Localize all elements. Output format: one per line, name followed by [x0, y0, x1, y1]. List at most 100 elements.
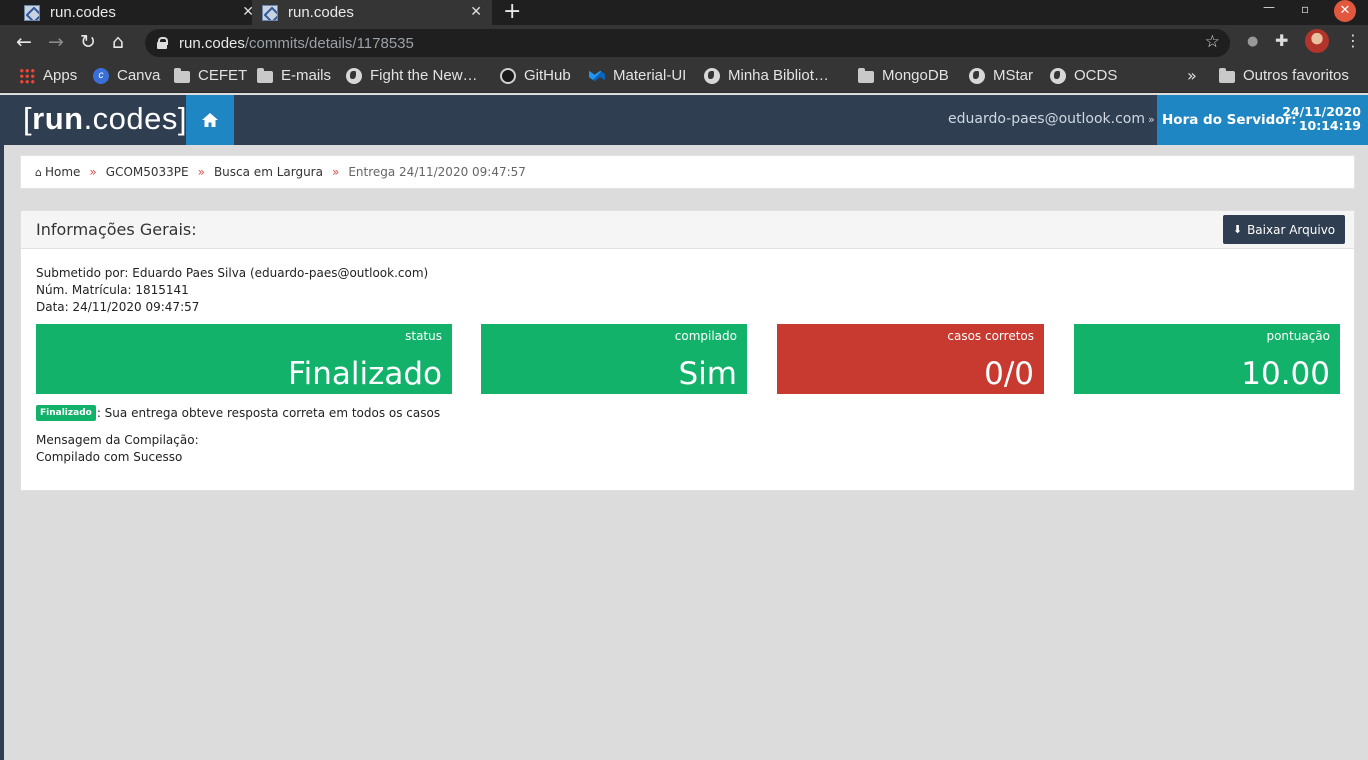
window-edge [0, 95, 4, 760]
bookmark-label: MStar [993, 67, 1034, 84]
close-window-icon[interactable]: ✕ [1334, 0, 1356, 22]
browser-toolbar: ← → ↻ ⌂ run.codes/commits/details/117853… [0, 25, 1368, 61]
bookmark-label: CEFET [198, 67, 248, 84]
breadcrumb-course[interactable]: GCOM5033PE [106, 165, 189, 179]
double-chevron-down-icon: » [1148, 113, 1155, 126]
material-ui-icon [589, 70, 605, 82]
stat-card-compiled: compilado Sim [481, 324, 747, 394]
tab-title: run.codes [50, 4, 116, 21]
download-file-button[interactable]: ⬇ Baixar Arquivo [1223, 215, 1345, 244]
result-text: : Sua entrega obteve resposta correta em… [96, 406, 441, 420]
stat-label: casos corretos [947, 329, 1034, 343]
bookmark-github[interactable]: GitHub [500, 67, 571, 84]
home-icon[interactable]: ⌂ [112, 31, 124, 53]
reload-icon[interactable]: ↻ [80, 31, 96, 53]
minimize-window-icon[interactable]: — [1263, 0, 1275, 14]
bookmark-outros-favoritos[interactable]: Outros favoritos [1219, 67, 1349, 84]
bookmark-label: E-mails [281, 67, 332, 84]
menu-dots-icon[interactable]: ⋮ [1345, 31, 1361, 50]
compile-message-block: Mensagem da Compilação: Compilado com Su… [36, 432, 199, 466]
bookmark-label: GitHub [524, 67, 571, 84]
registration-number: Núm. Matrícula: 1815141 [36, 283, 189, 297]
bookmark-apps[interactable]: Apps [19, 67, 77, 84]
bookmark-label: Material-UI [613, 67, 687, 84]
bookmark-cefet[interactable]: CEFET [174, 67, 247, 84]
url-text[interactable]: run.codes/commits/details/1178535 [179, 35, 414, 52]
address-bar[interactable]: run.codes/commits/details/1178535 ☆ [145, 29, 1230, 57]
bookmark-mstar[interactable]: MStar [969, 67, 1033, 84]
download-label: Baixar Arquivo [1247, 222, 1336, 237]
tab-title: run.codes [288, 4, 354, 21]
panel-header: Informações Gerais: ⬇ Baixar Arquivo [21, 211, 1354, 249]
submitted-by: Submetido por: Eduardo Paes Silva (eduar… [36, 266, 429, 280]
browser-tab[interactable]: run.codes ✕ [14, 0, 264, 25]
lock-icon[interactable] [157, 37, 168, 49]
globe-icon [704, 67, 720, 84]
bookmark-mongodb[interactable]: MongoDB [858, 67, 949, 84]
compile-message: Compilado com Sucesso [36, 450, 183, 464]
stat-label: status [405, 329, 442, 343]
server-time-label: Hora do Servidor: [1162, 112, 1297, 128]
bookmark-fight-the-new[interactable]: Fight the New… [346, 67, 478, 84]
bookmark-minha-biblioteca[interactable]: Minha Bibliot… [704, 67, 829, 84]
bookmark-label: MongoDB [882, 67, 949, 84]
bookmark-label: Apps [43, 67, 78, 84]
breadcrumb-current: Entrega 24/11/2020 09:47:57 [348, 165, 526, 179]
general-info-panel: Informações Gerais: ⬇ Baixar Arquivo Sub… [20, 210, 1355, 491]
bookmark-canva[interactable]: c Canva [93, 67, 160, 84]
folder-icon [858, 67, 874, 83]
folder-icon [1219, 67, 1235, 83]
download-icon: ⬇ [1232, 223, 1243, 236]
stat-value: 0/0 [984, 356, 1034, 392]
breadcrumb: ⌂ Home » GCOM5033PE » Busca em Largura »… [20, 155, 1355, 189]
home-button[interactable] [186, 95, 234, 145]
bookmarks-bar: Apps c Canva CEFET E-mails Fight the New…… [0, 61, 1368, 93]
server-date: 24/11/2020 [1282, 104, 1361, 119]
user-menu[interactable]: eduardo-paes@outlook.com» [948, 111, 1155, 127]
back-arrow-icon[interactable]: ← [16, 31, 32, 53]
run-codes-favicon-icon [262, 4, 278, 21]
github-icon [500, 67, 516, 84]
home-icon: ⌂ [35, 165, 42, 179]
breadcrumb-home[interactable]: Home [45, 165, 80, 179]
stat-card-status: status Finalizado [36, 324, 452, 394]
bookmark-emails[interactable]: E-mails [257, 67, 331, 84]
run-codes-logo[interactable]: [run.codes] [23, 101, 187, 137]
breadcrumb-separator-icon: » [89, 165, 97, 179]
result-line: Finalizado : Sua entrega obteve resposta… [36, 405, 440, 421]
breadcrumb-separator-icon: » [331, 165, 340, 179]
breadcrumb-separator-icon: » [197, 165, 205, 179]
bookmark-label: Outros favoritos [1243, 67, 1349, 84]
forward-arrow-icon[interactable]: → [48, 31, 64, 53]
globe-icon [1050, 67, 1066, 84]
user-email: eduardo-paes@outlook.com [948, 111, 1146, 127]
bookmark-label: Fight the New… [370, 67, 478, 84]
logo-rest: .codes] [83, 101, 188, 136]
panel-title: Informações Gerais: [36, 220, 197, 239]
server-clock: 10:14:19 [1298, 118, 1361, 133]
puzzle-extensions-icon[interactable]: ✚ [1275, 31, 1288, 50]
browser-tab-active[interactable]: run.codes ✕ [252, 0, 492, 25]
bookmark-label: Minha Bibliot… [728, 67, 829, 84]
stat-label: compilado [674, 329, 737, 343]
stat-value: 10.00 [1241, 356, 1330, 392]
bookmark-label: OCDS [1074, 67, 1118, 84]
logo-bracket: [ [23, 101, 33, 136]
bookmark-ocds[interactable]: OCDS [1050, 67, 1117, 84]
bookmark-star-icon[interactable]: ☆ [1205, 32, 1220, 52]
profile-avatar[interactable] [1305, 29, 1329, 53]
submission-date: Data: 24/11/2020 09:47:57 [36, 300, 200, 314]
breadcrumb-exercise[interactable]: Busca em Largura [214, 165, 323, 179]
server-time-box: Hora do Servidor: 24/11/2020 10:14:19 [1157, 95, 1368, 145]
more-bookmarks-button[interactable]: » [1187, 66, 1197, 85]
new-tab-button[interactable]: + [503, 0, 521, 24]
run-codes-favicon-icon [24, 4, 40, 21]
extension-icon[interactable]: ● [1247, 34, 1258, 49]
bookmark-material-ui[interactable]: Material-UI [589, 67, 686, 84]
bookmark-label: Canva [117, 67, 161, 84]
url-host: run.codes [179, 34, 245, 52]
url-path: /commits/details/1178535 [244, 34, 414, 52]
globe-icon [969, 67, 985, 84]
close-tab-icon[interactable]: ✕ [470, 3, 482, 20]
maximize-window-icon[interactable]: ▫ [1301, 2, 1309, 16]
